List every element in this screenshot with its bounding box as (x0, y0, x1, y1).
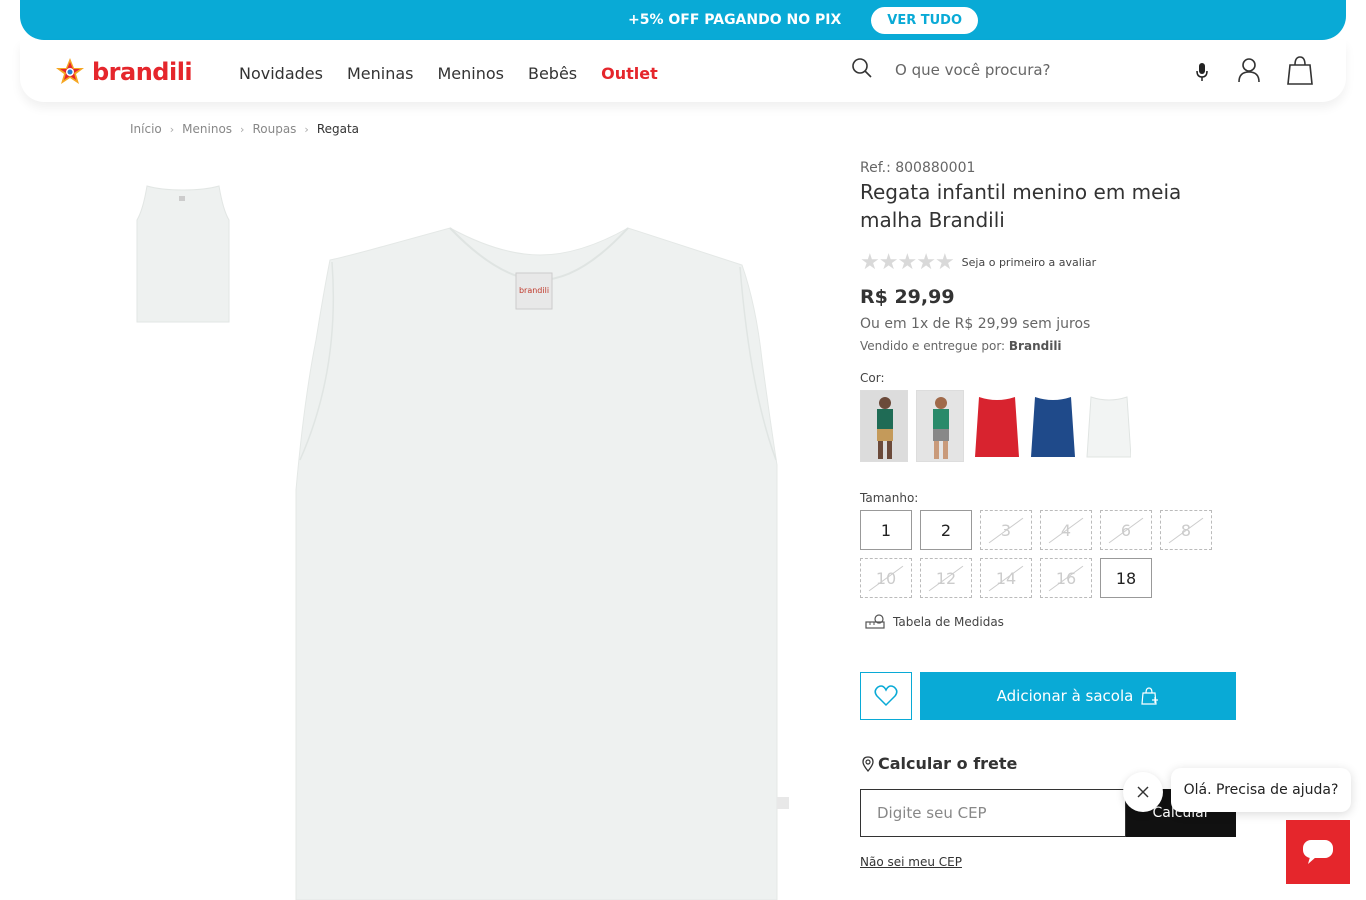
nav-item-novidades[interactable]: Novidades (239, 64, 323, 83)
star-icon: ★ (878, 250, 899, 275)
heart-icon (874, 685, 898, 707)
nav-item-bebes[interactable]: Bebês (528, 64, 577, 83)
site-header: brandili Novidades Meninas Meninos Bebês… (20, 40, 1346, 102)
ruler-icon (865, 614, 885, 629)
seller-label: Vendido e entregue por: (860, 339, 1006, 353)
size-option[interactable]: 2 (920, 510, 972, 550)
size-option[interactable]: 1 (860, 510, 912, 550)
product-thumbnail[interactable] (131, 180, 235, 326)
chevron-right-icon: › (304, 122, 309, 136)
chevron-right-icon: › (240, 122, 245, 136)
color-swatch-white[interactable] (1084, 390, 1132, 462)
brand-logo-text: brandili (92, 58, 193, 86)
chat-message[interactable]: Olá. Precisa de ajuda? (1171, 768, 1351, 812)
color-label: Cor: (860, 371, 885, 385)
microphone-icon[interactable] (1194, 62, 1210, 86)
star-icon: ★ (934, 250, 955, 275)
search-icon[interactable] (851, 57, 873, 83)
wishlist-button[interactable] (860, 672, 912, 720)
star-icon: ★ (897, 250, 918, 275)
product-main-image[interactable]: brandili (280, 160, 795, 900)
size-option-unavailable[interactable]: 16 (1040, 558, 1092, 598)
nav-item-outlet[interactable]: Outlet (601, 64, 658, 83)
promo-view-all-button[interactable]: VER TUDO (871, 6, 979, 34)
shipping-title: Calcular o frete (862, 754, 1017, 773)
chat-icon (1303, 840, 1333, 864)
breadcrumb-roupas[interactable]: Roupas (252, 122, 296, 136)
color-swatch-teal-model[interactable] (916, 390, 964, 462)
bag-plus-icon (1141, 687, 1159, 705)
promo-bar: +5% OFF PAGANDO NO PIX VER TUDO (20, 0, 1346, 40)
nav-item-meninas[interactable]: Meninas (347, 64, 414, 83)
breadcrumb-meninos[interactable]: Meninos (182, 122, 232, 136)
product-title: Regata infantil menino em meia malha Bra… (860, 180, 1182, 232)
color-swatch-green-model[interactable] (860, 390, 908, 462)
seller-info: Vendido e entregue por: Brandili (860, 339, 1062, 353)
measure-table-link[interactable]: Tabela de Medidas (865, 614, 1004, 630)
nav-item-meninos[interactable]: Meninos (437, 64, 504, 83)
add-to-cart-label: Adicionar à sacola (996, 687, 1134, 705)
no-cep-link[interactable]: Não sei meu CEP (860, 855, 962, 869)
size-option-unavailable[interactable]: 14 (980, 558, 1032, 598)
brand-logo[interactable]: brandili (54, 56, 193, 88)
star-icon: ★ (860, 250, 880, 275)
shopping-bag-icon[interactable] (1287, 55, 1313, 89)
color-swatch-red[interactable] (972, 390, 1020, 462)
chat-close-button[interactable] (1123, 772, 1163, 812)
star-icon: ★ (916, 250, 936, 275)
seller-name: Brandili (1008, 339, 1062, 353)
cep-input[interactable] (860, 789, 1126, 837)
size-option-unavailable[interactable]: 3 (980, 510, 1032, 550)
size-option-unavailable[interactable]: 4 (1040, 510, 1092, 550)
add-to-cart-button[interactable]: Adicionar à sacola (920, 672, 1236, 720)
size-option[interactable]: 18 (1100, 558, 1152, 598)
main-nav: Novidades Meninas Meninos Bebês Outlet (239, 64, 682, 83)
brand-logo-icon (56, 58, 84, 84)
installment-text: Ou em 1x de R$ 29,99 sem juros (860, 316, 1091, 332)
rating[interactable]: ★ ★ ★ ★ ★ Seja o primeiro a avaliar (860, 250, 1096, 275)
size-option-unavailable[interactable]: 10 (860, 558, 912, 598)
product-price: R$ 29,99 (860, 286, 955, 308)
product-ref: Ref.: 800880001 (860, 160, 976, 176)
size-option-unavailable[interactable]: 8 (1160, 510, 1212, 550)
breadcrumb-current: Regata (316, 122, 360, 136)
search-input[interactable] (895, 58, 1155, 82)
chevron-right-icon: › (169, 122, 175, 136)
location-pin-icon (862, 755, 874, 772)
measure-table-label: Tabela de Medidas (893, 615, 1004, 629)
breadcrumb: Início › Meninos › Roupas › Regata (130, 122, 359, 136)
size-label: Tamanho: (860, 491, 919, 505)
close-icon (1137, 786, 1149, 798)
size-option-unavailable[interactable]: 12 (920, 558, 972, 598)
chat-launcher-button[interactable] (1286, 820, 1350, 884)
color-swatches (860, 390, 1140, 462)
breadcrumb-inicio[interactable]: Início (130, 122, 162, 136)
color-swatch-navy[interactable] (1028, 390, 1076, 462)
shipping-title-text: Calcular o frete (878, 754, 1018, 773)
user-account-icon[interactable] (1237, 57, 1261, 87)
size-option-unavailable[interactable]: 6 (1100, 510, 1152, 550)
size-options: 1 2 3 4 6 8 10 12 14 16 18 (860, 510, 1230, 606)
svg-text:brandili: brandili (519, 286, 549, 295)
rating-text[interactable]: Seja o primeiro a avaliar (962, 256, 1096, 269)
promo-text: +5% OFF PAGANDO NO PIX (627, 12, 842, 28)
